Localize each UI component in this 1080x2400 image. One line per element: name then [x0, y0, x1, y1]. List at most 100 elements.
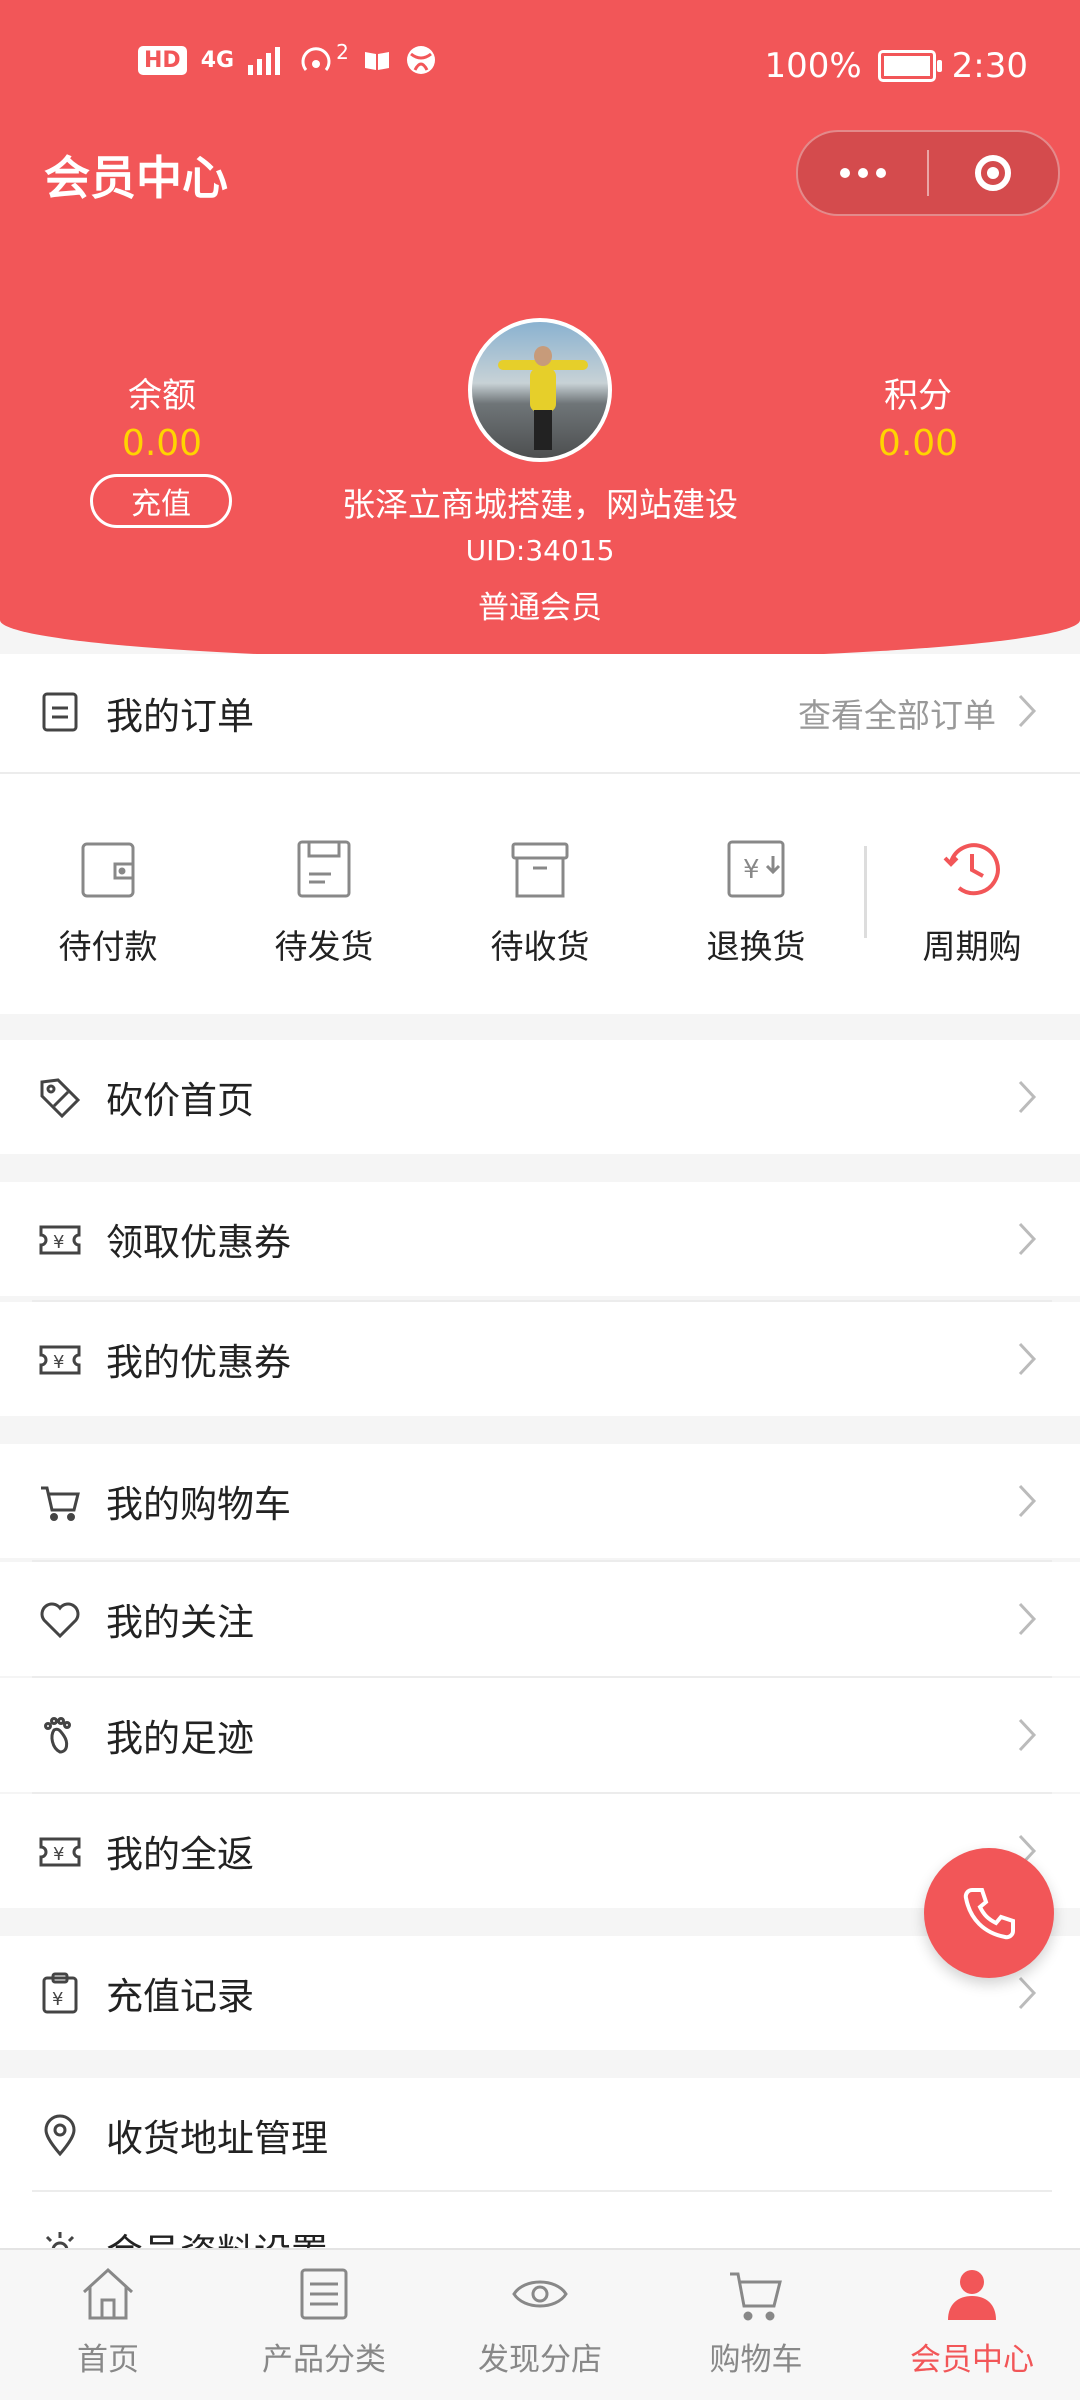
points-label: 积分: [884, 376, 952, 416]
battery-icon: [877, 50, 942, 82]
call-button[interactable]: [924, 1848, 1054, 1978]
signal-icon: [248, 47, 281, 75]
tab-label: 会员中心: [910, 2342, 1034, 2378]
svg-text:¥: ¥: [53, 1844, 64, 1865]
bargain-home-row[interactable]: 砍价首页: [0, 1040, 1080, 1154]
tab-discover-branches[interactable]: 发现分店: [432, 2264, 648, 2379]
notification-count: 2: [336, 40, 349, 64]
my-cashback-label: 我的全返: [106, 1833, 254, 1876]
globe-icon: [406, 46, 435, 74]
my-cashback-row[interactable]: ¥ 我的全返: [0, 1794, 1080, 1908]
phone-icon: [963, 1888, 1015, 1940]
clock-time: 2:30: [951, 46, 1028, 86]
more-button[interactable]: [798, 132, 927, 214]
tag-icon: [40, 1078, 81, 1119]
bargain-home-label: 砍价首页: [106, 1079, 254, 1122]
order-label: 待收货: [490, 927, 590, 966]
mini-program-capsule: [796, 130, 1060, 216]
coupon-icon: ¥: [39, 1225, 81, 1255]
hotspot-icon: [301, 47, 331, 71]
order-label: 周期购: [922, 927, 1022, 966]
my-cart-row[interactable]: 我的购物车: [0, 1444, 1080, 1558]
book-icon: [364, 52, 389, 70]
order-label: 退换货: [706, 927, 806, 966]
location-pin-icon: [44, 2114, 76, 2157]
tab-cart[interactable]: 购物车: [648, 2264, 864, 2379]
tab-categories[interactable]: 产品分类: [216, 2264, 432, 2379]
order-pending-receipt[interactable]: 待收货: [432, 836, 648, 968]
chevron-right-icon: [1018, 1342, 1037, 1376]
order-pending-shipment[interactable]: 待发货: [216, 836, 432, 968]
chevron-right-icon: [1018, 694, 1037, 728]
user-name: 张泽立商城搭建，网站建设: [342, 485, 738, 524]
hd-badge: HD: [138, 45, 187, 75]
refund-icon: ¥: [727, 840, 785, 898]
home-icon: [82, 2267, 134, 2320]
chevron-right-icon: [1018, 1976, 1037, 2010]
chevron-right-icon: [1018, 1484, 1037, 1518]
tab-label: 发现分店: [478, 2342, 602, 2378]
more-dots-icon: [839, 168, 886, 178]
svg-text:¥: ¥: [743, 855, 760, 885]
close-miniapp-button[interactable]: [929, 132, 1058, 214]
order-pending-payment[interactable]: 待付款: [0, 836, 216, 968]
svg-text:¥: ¥: [53, 1232, 64, 1253]
my-orders-title: 我的订单: [106, 695, 254, 738]
balance-stat[interactable]: 余额 0.00: [52, 368, 272, 464]
view-all-orders-link[interactable]: 查看全部订单: [798, 689, 996, 737]
order-return-exchange[interactable]: ¥ 退换货: [648, 836, 864, 968]
clipboard-icon: ¥: [42, 1972, 78, 2014]
eye-icon: [512, 2280, 568, 2308]
order-label: 待付款: [58, 927, 158, 966]
cashback-icon: ¥: [39, 1837, 81, 1867]
tab-member-center[interactable]: 会员中心: [864, 2264, 1080, 2379]
avatar[interactable]: [468, 318, 612, 462]
my-coupons-label: 我的优惠券: [106, 1341, 291, 1384]
svg-text:¥: ¥: [53, 1352, 64, 1373]
chevron-right-icon: [1018, 1718, 1037, 1752]
clock-icon: [943, 843, 1000, 896]
status-bar: HD 4G 2 100% 2:30: [0, 38, 1080, 98]
network-badge: 4G: [200, 47, 235, 73]
address-management-row[interactable]: 收货地址管理: [0, 2078, 1080, 2192]
order-status-panel: 待付款 待发货 待收货 ¥ 退换货 周期购: [0, 774, 1080, 1014]
order-label: 待发货: [274, 927, 374, 966]
chevron-right-icon: [1018, 1080, 1037, 1114]
address-management-label: 收货地址管理: [106, 2117, 328, 2160]
get-coupons-row[interactable]: ¥ 领取优惠券: [0, 1182, 1080, 1296]
chevron-right-icon: [1018, 1222, 1037, 1256]
recharge-record-label: 充值记录: [106, 1975, 254, 2018]
points-stat[interactable]: 积分 0.00: [808, 368, 1028, 464]
balance-value: 0.00: [121, 423, 203, 464]
footprint-icon: [44, 1717, 71, 1754]
coupon-icon: ¥: [39, 1345, 81, 1375]
box-icon: [297, 840, 351, 898]
cart-icon: [41, 1486, 80, 1521]
page-title: 会员中心: [44, 151, 228, 205]
my-orders-row[interactable]: 我的订单 查看全部订单: [0, 654, 1080, 772]
balance-label: 余额: [128, 376, 196, 416]
user-icon: [948, 2270, 996, 2320]
my-cart-label: 我的购物车: [106, 1483, 291, 1526]
bottom-tab-bar: 首页 产品分类 发现分店 购物车 会员中心: [0, 2248, 1080, 2400]
tab-label: 产品分类: [262, 2342, 386, 2378]
tab-home[interactable]: 首页: [0, 2264, 216, 2379]
my-footprint-label: 我的足迹: [106, 1717, 254, 1760]
cart-icon: [730, 2272, 782, 2321]
heart-icon: [40, 1602, 80, 1639]
order-subscription[interactable]: 周期购: [864, 836, 1080, 968]
points-value: 0.00: [877, 423, 959, 464]
tab-label: 购物车: [709, 2342, 803, 2378]
member-level: 普通会员: [478, 590, 602, 626]
list-icon: [300, 2268, 348, 2320]
get-coupons-label: 领取优惠券: [106, 1221, 291, 1264]
svg-text:¥: ¥: [52, 1989, 63, 2010]
my-coupons-row[interactable]: ¥ 我的优惠券: [0, 1302, 1080, 1416]
order-list-icon: [42, 692, 78, 732]
my-follow-row[interactable]: 我的关注: [0, 1562, 1080, 1676]
target-icon: [975, 155, 1012, 191]
recharge-record-row[interactable]: ¥ 充值记录: [0, 1936, 1080, 2050]
package-icon: [511, 842, 569, 898]
chevron-right-icon: [1018, 1602, 1037, 1636]
my-footprint-row[interactable]: 我的足迹: [0, 1678, 1080, 1792]
